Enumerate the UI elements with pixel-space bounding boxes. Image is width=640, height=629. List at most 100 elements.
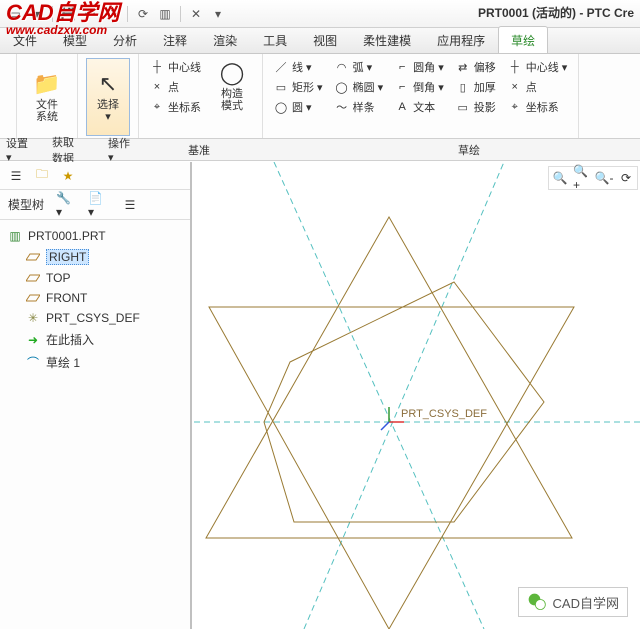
close-icon[interactable]: ✕: [187, 5, 205, 23]
tree-node[interactable]: ⌒草绘 1: [0, 351, 190, 374]
big-button[interactable]: 📁文件系统: [25, 58, 69, 136]
button-icon: ▯: [456, 81, 470, 94]
view-tool-button[interactable]: 🔍+: [573, 169, 591, 187]
tab-3[interactable]: 注释: [150, 26, 200, 53]
tab-0[interactable]: 文件: [0, 26, 50, 53]
tree-node[interactable]: ➜ 在此插入: [0, 328, 190, 351]
button-icon: ┼: [150, 61, 164, 73]
ribbon-button[interactable]: ┼中心线 ▾: [505, 58, 571, 76]
tree-node-label: 草绘 1: [46, 354, 80, 371]
window-title: PRT0001 (活动的) - PTC Cre: [478, 4, 634, 21]
ribbon-group-3: ┼ 中心线 ×点 ⌖坐标系 ◯构造模式: [139, 54, 263, 138]
button-label: 样条: [353, 99, 375, 115]
tree-node[interactable]: FRONT: [0, 288, 190, 308]
ribbon-button[interactable]: ▭ 投影: [453, 98, 499, 116]
ribbon-button[interactable]: ◠ 弧 ▾: [332, 58, 387, 76]
tree-folder-icon[interactable]: 🗀: [32, 166, 52, 186]
tree-root[interactable]: ▥PRT0001.PRT: [0, 226, 190, 246]
ribbon-button[interactable]: ～样条: [332, 98, 387, 116]
button-icon: ▭: [456, 101, 470, 114]
button-label: 点: [168, 79, 179, 95]
insert-icon: ➜: [26, 333, 40, 347]
tab-1[interactable]: 模型: [50, 26, 100, 53]
tab-5[interactable]: 工具: [250, 26, 300, 53]
ribbon-button[interactable]: ×点: [147, 78, 204, 96]
ribbon-button[interactable]: ▭矩形 ▾: [271, 78, 326, 96]
ribbon-group-labels: 设置 ▾获取数据操作 ▾基准草绘: [0, 139, 640, 161]
triangle-up[interactable]: [206, 217, 572, 538]
regen-icon[interactable]: ⟳: [134, 5, 152, 23]
ribbon-button[interactable]: ／线 ▾: [271, 58, 326, 76]
tab-7[interactable]: 柔性建模: [350, 26, 424, 53]
button-icon: 📁: [33, 71, 60, 97]
ribbon-button[interactable]: ×点: [505, 78, 571, 96]
button-label: 弧 ▾: [353, 59, 373, 75]
ribbon-button[interactable]: A文本: [392, 98, 447, 116]
tree-node-label: PRT_CSYS_DEF: [46, 311, 140, 325]
redo-icon[interactable]: ↷: [103, 5, 121, 23]
button-label: 中心线: [168, 59, 201, 75]
ribbon-button[interactable]: ⇄偏移: [453, 58, 499, 76]
button-icon: ⌐: [395, 81, 409, 93]
part-icon: ▥: [8, 229, 22, 243]
undo-icon[interactable]: ↶: [81, 5, 99, 23]
tree-node[interactable]: ✳PRT_CSYS_DEF: [0, 308, 190, 328]
view-tool-button[interactable]: ⟳: [617, 169, 635, 187]
ribbon-button[interactable]: ⌖坐标系: [505, 98, 571, 116]
tree-filter-icon[interactable]: ☰: [120, 195, 140, 215]
plane-icon: [26, 271, 40, 285]
ribbon-button[interactable]: ⌐倒角 ▾: [392, 78, 447, 96]
button-icon: ◠: [335, 61, 349, 74]
tree-node[interactable]: TOP: [0, 268, 190, 288]
new-icon[interactable]: ▭: [6, 5, 24, 23]
button-label: 偏移: [474, 59, 496, 75]
wechat-icon: [527, 592, 547, 612]
big-button[interactable]: ◯构造模式: [210, 58, 254, 114]
view-toolbar: 🔍🔍+🔍-⟳: [548, 166, 638, 190]
tab-8[interactable]: 应用程序: [424, 26, 498, 53]
triangle-down[interactable]: [209, 307, 574, 629]
open-icon[interactable]: ▾: [28, 5, 46, 23]
graphics-area[interactable]: PRT_CSYS_DEF 🔍🔍+🔍-⟳: [194, 162, 640, 629]
hexagon[interactable]: [264, 282, 544, 522]
ribbon-button[interactable]: ⌐圆角 ▾: [392, 58, 447, 76]
ribbon-button[interactable]: ┼ 中心线: [147, 58, 204, 76]
button-label: 线 ▾: [292, 59, 312, 75]
tab-4[interactable]: 渲染: [200, 26, 250, 53]
tree-show-icon[interactable]: 📄▾: [88, 195, 108, 215]
button-label: 投影: [474, 99, 496, 115]
tab-2[interactable]: 分析: [100, 26, 150, 53]
ribbon-button[interactable]: ▯加厚: [453, 78, 499, 96]
button-label: 圆 ▾: [292, 99, 312, 115]
view-tool-button[interactable]: 🔍-: [595, 169, 613, 187]
tree-settings-icon[interactable]: 🔧▾: [56, 195, 76, 215]
button-label: 坐标系: [526, 99, 559, 115]
button-label: 选择▾: [97, 99, 119, 123]
tree-node-label: 在此插入: [46, 331, 94, 348]
tree-node-label: FRONT: [46, 291, 87, 305]
view-tool-button[interactable]: 🔍: [551, 169, 569, 187]
tree-node[interactable]: RIGHT: [0, 246, 190, 268]
tree-toolbar-2: 模型树 🔧▾ 📄▾ ☰: [0, 190, 190, 220]
sketch-canvas[interactable]: PRT_CSYS_DEF: [194, 162, 640, 629]
button-icon: ～: [335, 99, 349, 115]
ribbon-button[interactable]: ◯椭圆 ▾: [332, 78, 387, 96]
more-icon[interactable]: ▾: [209, 5, 227, 23]
save-icon[interactable]: 💾: [59, 5, 77, 23]
ribbon-button[interactable]: ⌖坐标系: [147, 98, 204, 116]
model-tree-panel: ☰ 🗀 ★ 模型树 🔧▾ 📄▾ ☰ ▥PRT0001.PRTRIGHT TOP FR…: [0, 162, 192, 629]
button-label: 点: [526, 79, 537, 95]
tree-star-icon[interactable]: ★: [58, 166, 78, 186]
tab-9[interactable]: 草绘: [498, 26, 548, 53]
big-button[interactable]: ↖选择▾: [86, 58, 130, 136]
button-icon: ◯: [335, 81, 349, 94]
ribbon-button[interactable]: ◯圆 ▾: [271, 98, 326, 116]
button-icon: ⌖: [150, 101, 164, 114]
windows-icon[interactable]: ▥: [156, 5, 174, 23]
tree-tab-icon[interactable]: ☰: [6, 166, 26, 186]
tree-node-label: TOP: [46, 271, 70, 285]
wechat-name: CAD自学网: [553, 593, 619, 612]
tab-6[interactable]: 视图: [300, 26, 350, 53]
button-label: 矩形 ▾: [292, 79, 323, 95]
ribbon: 📁文件系统↖选择▾┼中心线×点⌖坐标系◯构造模式／线 ▾▭矩形 ▾◯圆 ▾◠弧 …: [0, 54, 640, 139]
